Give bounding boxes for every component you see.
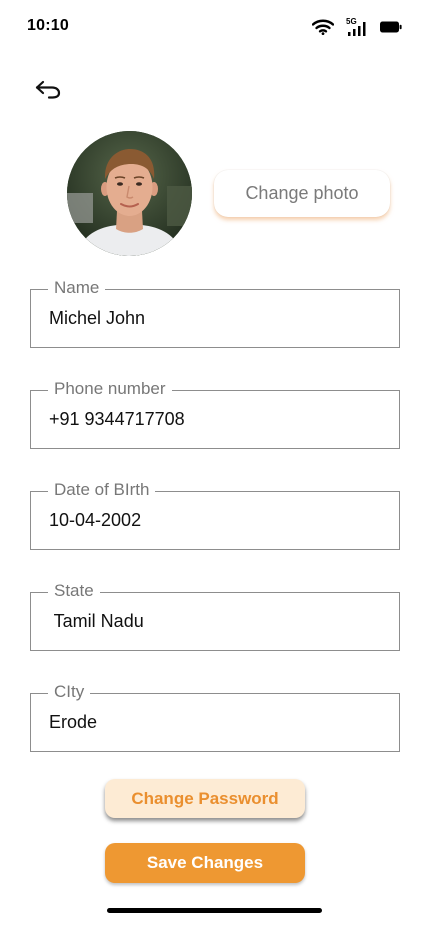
status-icons: 5G — [312, 17, 402, 37]
home-indicator — [107, 908, 322, 913]
avatar — [67, 131, 192, 256]
cellular-signal-icon: 5G — [346, 17, 366, 36]
name-label: Name — [48, 277, 106, 299]
save-changes-button[interactable]: Save Changes — [105, 843, 305, 883]
change-password-button[interactable]: Change Password — [105, 779, 305, 818]
date-of-birth-input[interactable] — [49, 506, 379, 534]
profile-photo — [67, 131, 192, 256]
network-type-label: 5G — [346, 17, 357, 26]
edit-profile-screen: 10:10 5G Change photo Name Michel John P… — [0, 0, 430, 932]
change-photo-button[interactable]: Change photo — [214, 170, 390, 217]
city-label: CIty — [48, 681, 91, 703]
state-label: State — [48, 580, 100, 602]
status-time: 10:10 — [27, 17, 69, 34]
phone-field: Phone number — [30, 378, 400, 449]
city-input[interactable] — [49, 708, 379, 736]
state-input[interactable] — [49, 607, 379, 635]
date-of-birth-label: Date of BIrth — [48, 479, 156, 501]
date-of-birth-field: Date of BIrth — [30, 479, 400, 550]
undo-arrow-icon — [35, 80, 61, 99]
phone-input[interactable] — [49, 405, 379, 433]
battery-icon — [380, 21, 402, 33]
state-field: State — [30, 580, 400, 651]
name-input[interactable] — [49, 304, 379, 332]
wifi-icon — [312, 19, 334, 35]
city-field: CIty — [30, 681, 400, 752]
phone-label: Phone number — [48, 378, 172, 400]
back-button[interactable] — [34, 77, 64, 101]
name-field: Name — [30, 277, 400, 348]
